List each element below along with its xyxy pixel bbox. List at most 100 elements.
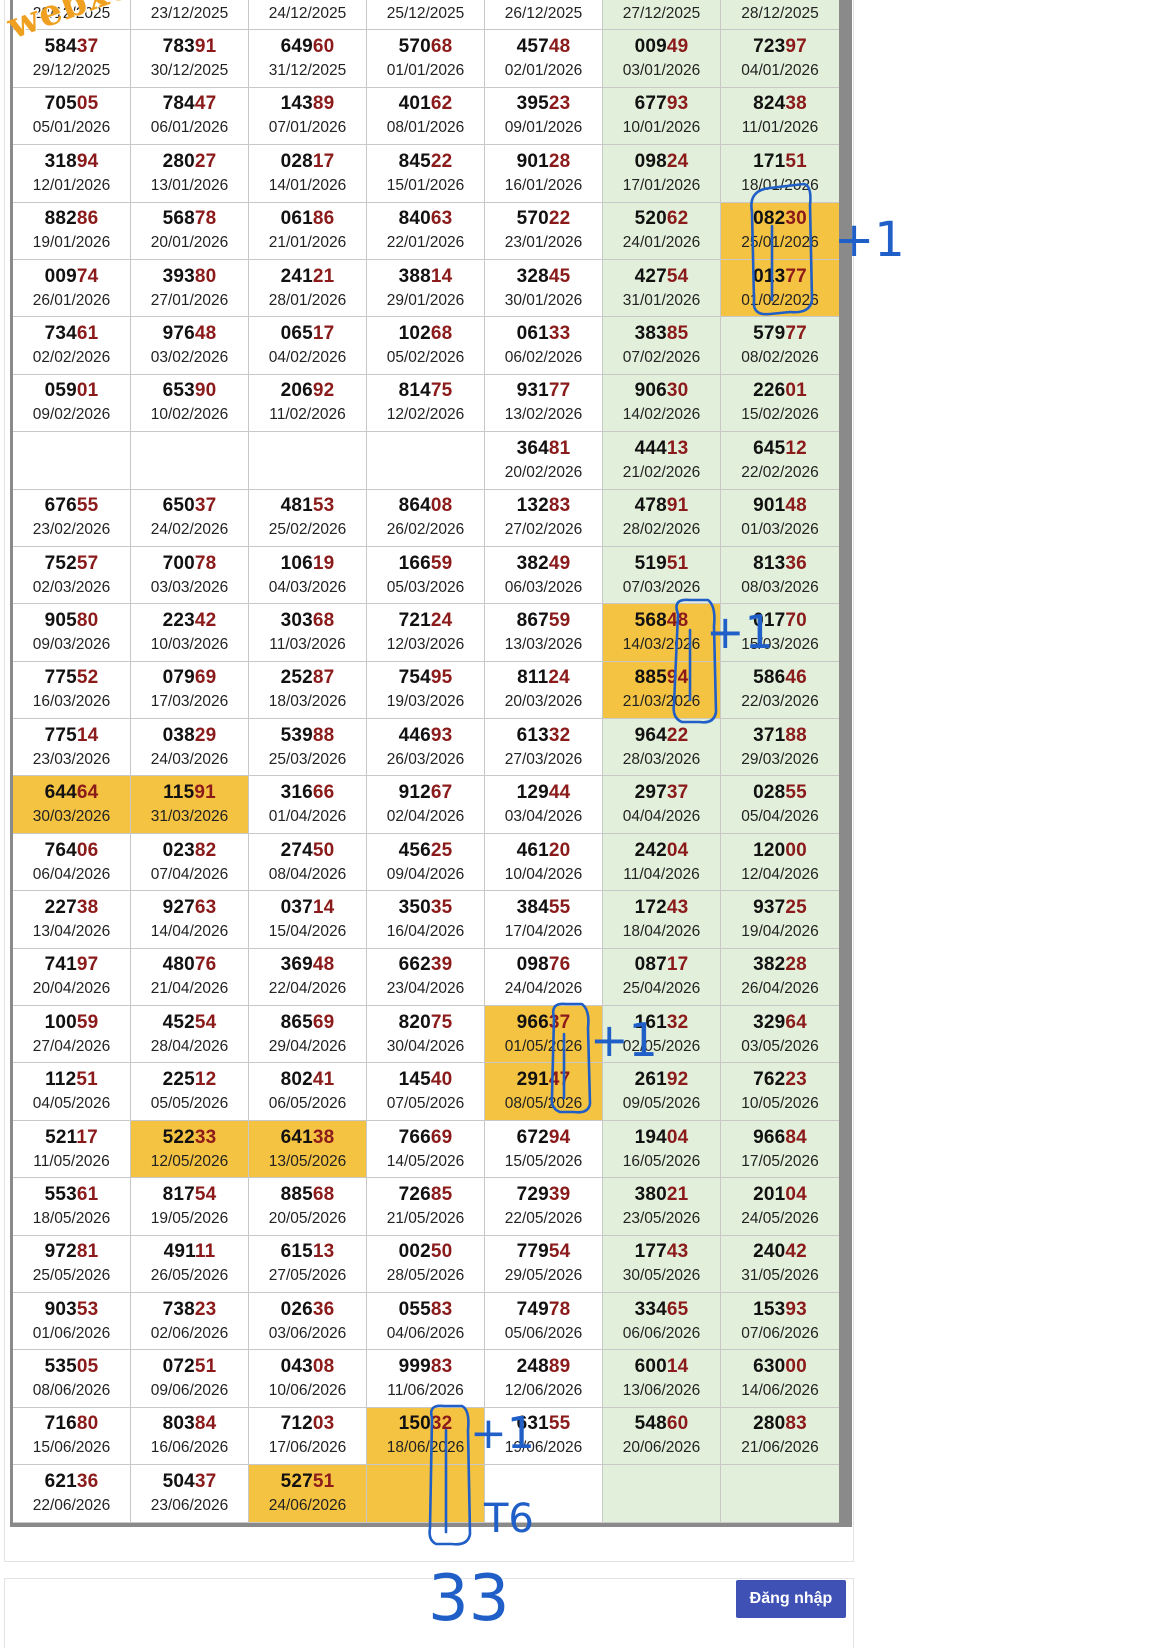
result-date: 10/04/2026 [504, 865, 583, 883]
result-date: 17/03/2026 [150, 693, 229, 711]
result-number: 08717 [634, 954, 689, 976]
result-cell [367, 432, 485, 490]
result-number: 14389 [280, 93, 335, 115]
result-date: 06/01/2026 [150, 119, 229, 137]
result-cell: 78391 30/12/2025 [131, 30, 249, 88]
result-number: 70505 [44, 93, 99, 115]
result-number: 36481 [516, 437, 571, 459]
result-date: 21/04/2026 [150, 980, 229, 998]
result-number: 52117 [45, 1126, 98, 1148]
result-number: 88850 [517, 0, 571, 1]
result-date: 20/02/2026 [504, 463, 583, 481]
result-cell: 29147 08/05/2026 [485, 1063, 603, 1121]
result-number: 29147 [516, 1069, 571, 1091]
result-number: 03829 [162, 724, 217, 746]
result-cell: 38385 07/02/2026 [603, 317, 721, 375]
result-cell: 28027 13/01/2026 [131, 145, 249, 203]
result-date: 30/04/2026 [386, 1037, 465, 1055]
result-cell: 96637 01/05/2026 [485, 1006, 603, 1064]
result-cell: 88568 20/05/2026 [249, 1178, 367, 1236]
result-date: 09/05/2026 [622, 1095, 701, 1113]
result-date: 01/01/2026 [386, 62, 465, 80]
result-date: 18/05/2026 [32, 1209, 111, 1227]
result-number: 52233 [162, 1126, 217, 1148]
result-cell: 63000 14/06/2026 [721, 1350, 839, 1408]
result-number: 52751 [280, 1470, 335, 1492]
result-cell: 77514 23/03/2026 [13, 719, 131, 777]
result-cell: 33465 06/06/2026 [603, 1292, 721, 1351]
result-number: 90128 [516, 150, 571, 172]
result-date: 11/01/2026 [741, 119, 819, 137]
table-row: 76406 06/04/2026 02382 07/04/2026 27450 08/04… [13, 833, 849, 892]
result-date: 31/01/2026 [622, 291, 701, 309]
result-cell: 76406 06/04/2026 [13, 833, 131, 892]
result-cell: 90630 14/02/2026 [603, 374, 721, 433]
result-date: 03/06/2026 [268, 1324, 347, 1342]
result-date: 26/12/2025 [504, 4, 583, 22]
result-cell: 99983 11/06/2026 [367, 1350, 485, 1408]
result-cell: 20692 11/02/2026 [249, 374, 367, 433]
result-cell: 80082 27/12/2025 [603, 0, 721, 31]
result-number: 30368 [280, 609, 335, 631]
result-number: 91267 [398, 782, 453, 804]
result-cell: 65390 10/02/2026 [131, 374, 249, 433]
result-number: 72939 [516, 1183, 571, 1205]
result-cell: 07251 09/06/2026 [131, 1350, 249, 1408]
table-row: 75257 02/03/2026 70078 03/03/2026 10619 04/03… [13, 546, 849, 605]
result-number: 00949 [634, 36, 689, 58]
result-number: 22738 [44, 896, 99, 918]
result-date: 10/02/2026 [150, 406, 229, 424]
result-date: 10/05/2026 [741, 1095, 819, 1113]
result-cell: 00250 28/05/2026 [367, 1235, 485, 1293]
result-number: 12000 [753, 839, 807, 861]
result-number: 02636 [280, 1298, 335, 1320]
result-date: 09/03/2026 [32, 635, 111, 653]
login-button[interactable]: Đăng nhập [736, 1580, 846, 1618]
result-number: 64138 [280, 1126, 335, 1148]
result-cell: 17743 30/05/2026 [603, 1235, 721, 1293]
result-date: 03/02/2026 [150, 349, 229, 367]
result-number: 09824 [634, 150, 689, 172]
result-date: 19/04/2026 [741, 922, 819, 940]
result-date: 22/05/2026 [504, 1209, 583, 1227]
result-number: 51951 [634, 552, 689, 574]
result-cell: 52117 11/05/2026 [13, 1120, 131, 1179]
result-cell: 67793 10/01/2026 [603, 87, 721, 146]
result-cell: 75495 19/03/2026 [367, 661, 485, 720]
result-number: 14540 [398, 1069, 453, 1091]
result-date: 05/02/2026 [386, 349, 465, 367]
result-date: 13/05/2026 [268, 1152, 347, 1170]
result-date: 01/06/2026 [32, 1324, 111, 1342]
result-number: 97281 [44, 1241, 99, 1263]
result-number: 76223 [753, 1069, 807, 1091]
result-cell: 81754 19/05/2026 [131, 1178, 249, 1236]
result-number: 30963 [753, 0, 807, 1]
result-number: 90353 [44, 1298, 99, 1320]
result-number: 11251 [45, 1069, 98, 1091]
result-date: 11/03/2026 [269, 635, 346, 653]
result-cell: 19404 16/05/2026 [603, 1120, 721, 1179]
result-date: 12/03/2026 [386, 635, 465, 653]
table-row: 62136 22/06/2026 50437 23/06/2026 52751 24/06… [13, 1465, 849, 1523]
result-number: 03714 [280, 896, 335, 918]
result-cell: 66239 23/04/2026 [367, 948, 485, 1007]
result-cell: 24889 12/06/2026 [485, 1350, 603, 1408]
result-date: 07/03/2026 [622, 578, 701, 596]
result-number: 64464 [44, 782, 99, 804]
result-cell: 15032 18/06/2026 [367, 1407, 485, 1466]
result-number: 93177 [516, 380, 571, 402]
result-date: 29/05/2026 [504, 1267, 583, 1285]
result-cell: 11070 23/12/2025 [131, 0, 249, 31]
result-number: 40162 [398, 93, 453, 115]
result-cell: 06517 04/02/2026 [249, 317, 367, 375]
result-cell [721, 1465, 839, 1523]
result-date: 07/01/2026 [268, 119, 347, 137]
result-number: 09876 [516, 954, 571, 976]
result-date: 12/06/2026 [504, 1382, 583, 1400]
result-number: 31666 [280, 782, 335, 804]
result-cell: 54860 20/06/2026 [603, 1407, 721, 1466]
result-date: 23/05/2026 [622, 1209, 701, 1227]
result-number: 33465 [634, 1298, 689, 1320]
result-cell [249, 432, 367, 490]
result-cell: 25287 18/03/2026 [249, 661, 367, 720]
